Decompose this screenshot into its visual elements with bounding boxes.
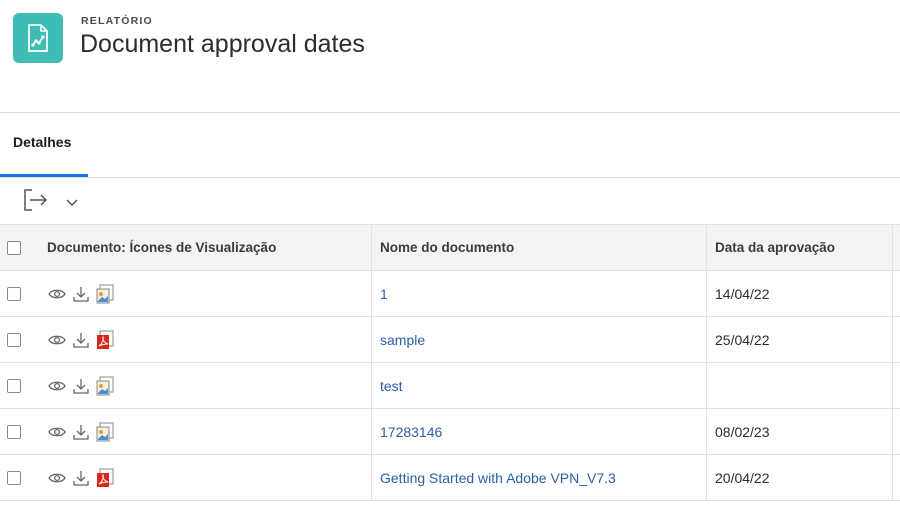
row-select-cell xyxy=(0,363,28,408)
table-row[interactable]: test xyxy=(0,363,900,409)
approval-date-cell: 14/04/22 xyxy=(706,271,892,316)
extra-cell xyxy=(892,363,900,408)
download-icon[interactable] xyxy=(71,422,91,442)
tab-details[interactable]: Detalhes xyxy=(0,113,88,177)
column-header-document-name[interactable]: Nome do documento xyxy=(371,225,706,270)
column-header-preview-icons[interactable]: Documento: Ícones de Visualização xyxy=(47,225,371,270)
row-checkbox[interactable] xyxy=(7,470,21,485)
download-icon[interactable] xyxy=(71,284,91,304)
export-button[interactable] xyxy=(19,186,51,214)
report-chart-icon xyxy=(13,13,63,63)
preview-eye-icon[interactable] xyxy=(47,376,67,396)
report-kicker: RELATÓRIO xyxy=(81,15,153,27)
row-checkbox[interactable] xyxy=(7,286,21,301)
document-name-cell: 17283146 xyxy=(371,409,706,454)
extra-cell xyxy=(892,271,900,316)
approval-date-cell: 08/02/23 xyxy=(706,409,892,454)
documents-table: Documento: Ícones de Visualização Nome d… xyxy=(0,224,900,501)
tab-details-label: Detalhes xyxy=(13,134,72,150)
preview-eye-icon[interactable] xyxy=(47,468,67,488)
row-select-cell xyxy=(0,455,28,500)
preview-icons-cell xyxy=(47,271,371,316)
export-icon xyxy=(24,189,48,211)
document-name-cell: sample xyxy=(371,317,706,362)
column-header-approval-date[interactable]: Data da aprovação xyxy=(706,225,892,270)
preview-eye-icon[interactable] xyxy=(47,284,67,304)
extra-cell xyxy=(892,317,900,362)
extra-cell xyxy=(892,455,900,500)
download-icon[interactable] xyxy=(71,330,91,350)
row-select-cell xyxy=(0,409,28,454)
approval-date: 08/02/23 xyxy=(715,423,770,440)
image-file-icon[interactable] xyxy=(95,284,115,304)
document-name-link[interactable]: sample xyxy=(380,332,425,348)
table-header-row: Documento: Ícones de Visualização Nome d… xyxy=(0,224,900,271)
column-header-extra xyxy=(892,225,900,270)
preview-icons-cell xyxy=(47,455,371,500)
approval-date-cell: 25/04/22 xyxy=(706,317,892,362)
row-checkbox[interactable] xyxy=(7,332,21,347)
document-name-link[interactable]: 1 xyxy=(380,286,388,302)
row-checkbox[interactable] xyxy=(7,378,21,393)
download-icon[interactable] xyxy=(71,468,91,488)
image-file-icon[interactable] xyxy=(95,376,115,396)
toolbar xyxy=(0,178,900,223)
report-header: RELATÓRIO Document approval dates xyxy=(0,0,900,112)
row-select-cell xyxy=(0,317,28,362)
document-name-cell: Getting Started with Adobe VPN_V7.3 xyxy=(371,455,706,500)
export-menu-button[interactable] xyxy=(60,190,84,214)
pdf-file-icon[interactable] xyxy=(95,468,115,488)
preview-eye-icon[interactable] xyxy=(47,422,67,442)
table-body: 1 14/04/22 sample 25/04/22 test 17283146 08/02… xyxy=(0,271,900,501)
pdf-file-icon[interactable] xyxy=(95,330,115,350)
image-file-icon[interactable] xyxy=(95,422,115,442)
page-title: Document approval dates xyxy=(80,30,365,58)
preview-eye-icon[interactable] xyxy=(47,330,67,350)
document-name-link[interactable]: 17283146 xyxy=(380,424,442,440)
preview-icons-cell xyxy=(47,409,371,454)
approval-date: 25/04/22 xyxy=(715,331,770,348)
select-all-cell xyxy=(0,225,28,270)
row-select-cell xyxy=(0,271,28,316)
preview-icons-cell xyxy=(47,363,371,408)
document-name-cell: 1 xyxy=(371,271,706,316)
download-icon[interactable] xyxy=(71,376,91,396)
approval-date: 14/04/22 xyxy=(715,285,770,302)
table-row[interactable]: 1 14/04/22 xyxy=(0,271,900,317)
chevron-down-icon xyxy=(66,199,78,207)
approval-date-cell xyxy=(706,363,892,408)
document-name-link[interactable]: test xyxy=(380,378,403,394)
select-all-checkbox[interactable] xyxy=(7,240,21,255)
approval-date-cell: 20/04/22 xyxy=(706,455,892,500)
table-row[interactable]: sample 25/04/22 xyxy=(0,317,900,363)
extra-cell xyxy=(892,409,900,454)
tab-bar: Detalhes xyxy=(0,113,900,177)
document-name-cell: test xyxy=(371,363,706,408)
document-name-link[interactable]: Getting Started with Adobe VPN_V7.3 xyxy=(380,470,616,486)
table-row[interactable]: 17283146 08/02/23 xyxy=(0,409,900,455)
preview-icons-cell xyxy=(47,317,371,362)
table-row[interactable]: Getting Started with Adobe VPN_V7.3 20/04… xyxy=(0,455,900,501)
row-checkbox[interactable] xyxy=(7,424,21,439)
approval-date: 20/04/22 xyxy=(715,469,770,486)
